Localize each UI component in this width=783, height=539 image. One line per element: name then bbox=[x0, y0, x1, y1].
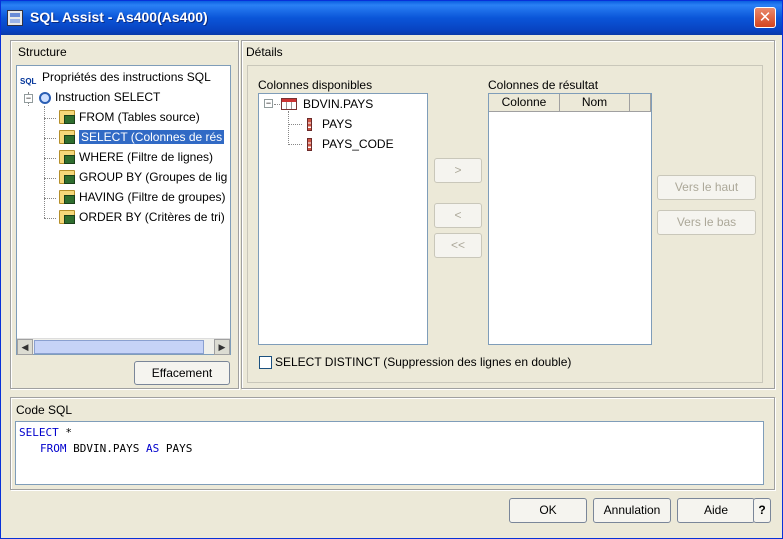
column-item[interactable]: PAYS bbox=[307, 115, 352, 133]
clear-button[interactable]: Effacement bbox=[134, 361, 230, 385]
sql-text: PAYS bbox=[159, 442, 193, 455]
folder-table-icon bbox=[59, 110, 75, 124]
window-title: SQL Assist - As400(As400) bbox=[30, 9, 208, 25]
move-up-button[interactable]: Vers le haut bbox=[657, 175, 756, 200]
folder-group-icon bbox=[59, 170, 75, 184]
sql-line-1: SELECT * bbox=[19, 426, 72, 439]
table-icon bbox=[281, 98, 297, 110]
tree-item-select[interactable]: SELECT (Colonnes de rés bbox=[59, 128, 230, 146]
cancel-button[interactable]: Annulation bbox=[593, 498, 671, 523]
collapse-select-icon[interactable]: − bbox=[24, 94, 33, 103]
structure-tree[interactable]: SQL Propriétés des instructions SQL − Ins… bbox=[16, 65, 231, 355]
column-header-filler bbox=[630, 94, 651, 112]
distinct-checkbox[interactable] bbox=[259, 356, 272, 369]
tree-item-label: GROUP BY (Groupes de lig bbox=[79, 170, 228, 184]
tree-select-label: Instruction SELECT bbox=[55, 90, 161, 104]
sql-text: BDVIN.PAYS bbox=[66, 442, 146, 455]
sql-code-label: Code SQL bbox=[16, 403, 73, 417]
column-header-nom[interactable]: Nom bbox=[560, 94, 630, 112]
tree-item-label-selected: SELECT (Colonnes de rés bbox=[79, 130, 225, 144]
tree-select-statement[interactable]: Instruction SELECT bbox=[39, 88, 160, 106]
sql-assist-dialog: SQL Assist - As400(As400) ✕ Structure SQ… bbox=[0, 0, 783, 539]
sql-text: * bbox=[58, 426, 72, 439]
add-column-button[interactable]: > bbox=[434, 158, 482, 183]
tree-root[interactable]: SQL Propriétés des instructions SQL bbox=[20, 68, 211, 86]
available-columns-tree[interactable]: − BDVIN.PAYS PAYS PAYS_CODE bbox=[258, 93, 428, 345]
tree-root-label: Propriétés des instructions SQL bbox=[42, 70, 211, 84]
column-item[interactable]: PAYS_CODE bbox=[307, 135, 394, 153]
available-columns-label: Colonnes disponibles bbox=[258, 78, 373, 92]
sql-keyword: AS bbox=[145, 442, 160, 455]
help-button[interactable]: Aide bbox=[677, 498, 755, 523]
tree-item-label: WHERE (Filtre de lignes) bbox=[79, 150, 214, 164]
sql-code-area[interactable]: SELECT * FROM BDVIN.PAYS AS PAYS bbox=[15, 421, 764, 485]
sql-line-2: FROM BDVIN.PAYS AS PAYS bbox=[40, 442, 192, 455]
column-name: PAYS bbox=[322, 117, 353, 131]
result-columns-label: Colonnes de résultat bbox=[488, 78, 599, 92]
column-icon bbox=[307, 138, 312, 151]
remove-all-button[interactable]: << bbox=[434, 233, 482, 258]
sql-keyword: FROM bbox=[40, 442, 67, 455]
tree-item-label: HAVING (Filtre de groupes) bbox=[79, 190, 226, 204]
app-icon bbox=[7, 10, 23, 26]
scroll-right-icon[interactable]: ▶ bbox=[214, 339, 230, 355]
structure-hscrollbar[interactable]: ◀ ▶ bbox=[17, 338, 230, 355]
tree-item-having[interactable]: HAVING (Filtre de groupes) bbox=[59, 188, 226, 206]
magnifier-icon bbox=[39, 92, 51, 104]
sql-properties-icon: SQL bbox=[20, 77, 37, 86]
scroll-left-icon[interactable]: ◀ bbox=[17, 339, 33, 355]
distinct-label: SELECT DISTINCT (Suppression des lignes … bbox=[275, 355, 572, 369]
column-icon bbox=[307, 118, 312, 131]
details-label: Détails bbox=[246, 45, 283, 59]
tree-item-order-by[interactable]: ORDER BY (Critères de tri) bbox=[59, 208, 225, 226]
result-columns-table[interactable]: Colonne Nom bbox=[488, 93, 652, 345]
folder-table-icon bbox=[59, 130, 75, 144]
folder-sort-icon bbox=[59, 210, 75, 224]
sql-keyword: SELECT bbox=[19, 426, 59, 439]
collapse-table-icon[interactable]: − bbox=[264, 99, 273, 108]
context-help-button[interactable]: ? bbox=[753, 498, 771, 523]
folder-filter-icon bbox=[59, 150, 75, 164]
table-name: BDVIN.PAYS bbox=[303, 97, 374, 111]
column-name: PAYS_CODE bbox=[322, 137, 394, 151]
structure-label: Structure bbox=[18, 45, 67, 59]
scroll-thumb[interactable] bbox=[34, 340, 204, 354]
title-bar[interactable]: SQL Assist - As400(As400) ✕ bbox=[1, 1, 782, 35]
remove-column-button[interactable]: < bbox=[434, 203, 482, 228]
close-button[interactable]: ✕ bbox=[754, 7, 776, 28]
table-node[interactable]: BDVIN.PAYS bbox=[281, 95, 373, 113]
move-down-button[interactable]: Vers le bas bbox=[657, 210, 756, 235]
folder-group-filter-icon bbox=[59, 190, 75, 204]
tree-item-from[interactable]: FROM (Tables source) bbox=[59, 108, 200, 126]
tree-item-where[interactable]: WHERE (Filtre de lignes) bbox=[59, 148, 213, 166]
tree-item-group-by[interactable]: GROUP BY (Groupes de lig bbox=[59, 168, 227, 186]
column-header-colonne[interactable]: Colonne bbox=[489, 94, 560, 112]
tree-item-label: FROM (Tables source) bbox=[79, 110, 200, 124]
tree-item-label: ORDER BY (Critères de tri) bbox=[79, 210, 225, 224]
ok-button[interactable]: OK bbox=[509, 498, 587, 523]
